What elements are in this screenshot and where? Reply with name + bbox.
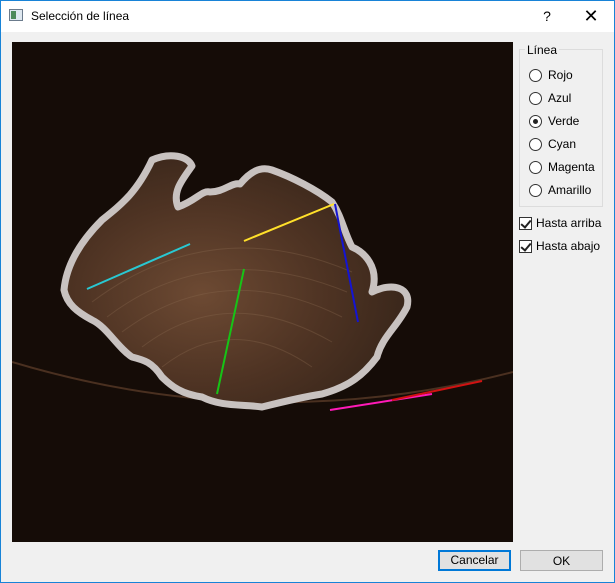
radio-label: Azul — [548, 91, 572, 105]
radio-icon[interactable] — [529, 91, 542, 105]
ok-button[interactable]: OK — [520, 550, 603, 571]
checkbox-label: Hasta arriba — [536, 216, 602, 230]
close-icon[interactable]: ✕ — [568, 1, 614, 32]
radio-azul[interactable]: Azul — [529, 90, 571, 106]
radio-icon[interactable] — [529, 114, 542, 128]
radio-icon[interactable] — [529, 160, 542, 174]
checkbox-hasta-arriba[interactable]: Hasta arriba — [519, 215, 601, 231]
wood-section-image — [12, 42, 513, 542]
radio-label: Magenta — [548, 160, 595, 174]
radio-label: Rojo — [548, 68, 573, 82]
radio-label: Cyan — [548, 137, 577, 151]
radio-verde[interactable]: Verde — [529, 113, 579, 129]
radio-magenta[interactable]: Magenta — [529, 159, 595, 175]
dialog-window: Selección de línea ? ✕ Línea Rojo Azul V… — [0, 0, 615, 583]
checkbox-icon[interactable] — [519, 216, 532, 230]
checkbox-label: Hasta abajo — [536, 239, 601, 253]
radio-label: Verde — [548, 114, 580, 128]
title-bar: Selección de línea ? ✕ — [1, 1, 614, 32]
radio-icon[interactable] — [529, 137, 542, 151]
help-button[interactable]: ? — [529, 1, 565, 32]
radio-amarillo[interactable]: Amarillo — [529, 182, 591, 198]
radio-label: Amarillo — [548, 183, 592, 197]
radio-icon[interactable] — [529, 183, 542, 197]
radio-rojo[interactable]: Rojo — [529, 67, 573, 83]
checkbox-hasta-abajo[interactable]: Hasta abajo — [519, 238, 600, 254]
window-title: Selección de línea — [31, 9, 130, 23]
image-viewer[interactable] — [12, 42, 513, 542]
window-icon — [9, 9, 23, 21]
radio-icon[interactable] — [529, 68, 542, 82]
cancel-button[interactable]: Cancelar — [438, 550, 511, 571]
checkbox-icon[interactable] — [519, 239, 532, 253]
line-group-title: Línea — [525, 43, 560, 57]
radio-cyan[interactable]: Cyan — [529, 136, 576, 152]
